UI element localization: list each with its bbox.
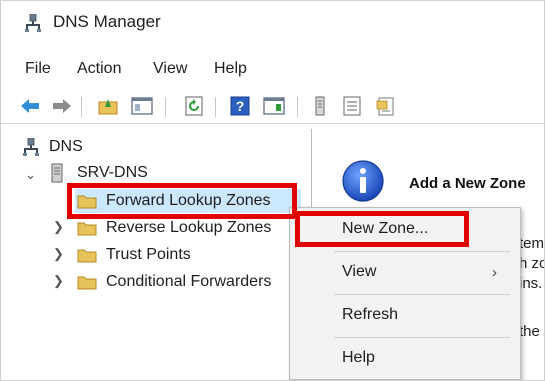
toolbar: ? — [1, 89, 544, 124]
menu-item-refresh[interactable]: Refresh — [342, 306, 398, 324]
highlight-new-zone — [295, 211, 469, 247]
menu-file[interactable]: File — [25, 60, 51, 78]
highlight-forward-lookup-zones — [67, 183, 297, 219]
list-icon[interactable] — [341, 95, 363, 117]
menu-separator — [334, 294, 510, 295]
folder-icon — [77, 222, 97, 236]
back-arrow-icon[interactable] — [19, 95, 41, 117]
show-hide-action-pane-icon[interactable] — [263, 95, 285, 117]
menu-item-view[interactable]: View — [342, 263, 376, 281]
menu-separator — [334, 337, 510, 338]
dns-manager-icon — [25, 14, 41, 32]
tree-node-dns[interactable]: DNS — [23, 135, 83, 159]
toolbar-separator — [297, 97, 298, 117]
toolbar-separator — [165, 97, 166, 117]
folder-icon — [77, 276, 97, 290]
title-bar: DNS Manager — [1, 1, 544, 45]
forward-arrow-icon[interactable] — [51, 95, 73, 117]
console-tree: DNS ⌄ SRV-DNS Forward Lookup Zones ❯ Rev — [11, 129, 312, 379]
chevron-down-icon[interactable]: ⌄ — [25, 167, 36, 183]
tree-node-conditional-forwarders[interactable]: Conditional Forwarders — [77, 270, 309, 294]
properties-icon[interactable] — [375, 95, 397, 117]
menu-view[interactable]: View — [153, 60, 187, 78]
tree-label: Trust Points — [106, 246, 191, 263]
folder-icon — [77, 249, 97, 263]
dns-icon — [23, 138, 39, 156]
window-title: DNS Manager — [53, 12, 161, 31]
toolbar-separator — [81, 97, 82, 117]
description-text: ins. — [519, 275, 543, 292]
tree-label: Reverse Lookup Zones — [106, 219, 272, 236]
description-text: h zo — [519, 255, 545, 272]
chevron-right-icon[interactable]: ❯ — [53, 273, 64, 289]
tree-node-reverse-lookup-zones[interactable]: Reverse Lookup Zones — [77, 216, 271, 240]
dns-manager-window: DNS Manager File Action View Help ? DNS … — [0, 0, 545, 381]
tree-label-dns: DNS — [49, 138, 83, 155]
tree-label-server: SRV-DNS — [77, 164, 148, 181]
description-text: the — [519, 323, 540, 340]
info-icon — [342, 160, 384, 202]
refresh-icon[interactable] — [183, 95, 205, 117]
menu-help[interactable]: Help — [214, 60, 247, 78]
show-hide-tree-icon[interactable] — [131, 95, 153, 117]
description-text: tem — [519, 235, 545, 252]
toolbar-separator — [215, 97, 216, 117]
server-icon[interactable] — [309, 95, 331, 117]
svg-text:?: ? — [236, 98, 245, 114]
menu-item-help[interactable]: Help — [342, 349, 375, 367]
chevron-right-icon[interactable]: ❯ — [53, 219, 64, 235]
menu-bar: File Action View Help — [1, 54, 544, 84]
add-new-zone-heading: Add a New Zone — [409, 175, 526, 192]
tree-node-trust-points[interactable]: Trust Points — [77, 243, 191, 267]
menu-separator — [334, 251, 510, 252]
chevron-right-icon[interactable]: ❯ — [53, 246, 64, 262]
tree-node-server[interactable]: SRV-DNS — [51, 161, 148, 185]
submenu-arrow-icon: › — [492, 264, 497, 281]
server-icon — [51, 163, 63, 183]
up-folder-icon[interactable] — [97, 95, 119, 117]
menu-action[interactable]: Action — [77, 60, 121, 78]
tree-label: Conditional Forwarders — [106, 273, 272, 290]
help-icon[interactable]: ? — [229, 95, 251, 117]
